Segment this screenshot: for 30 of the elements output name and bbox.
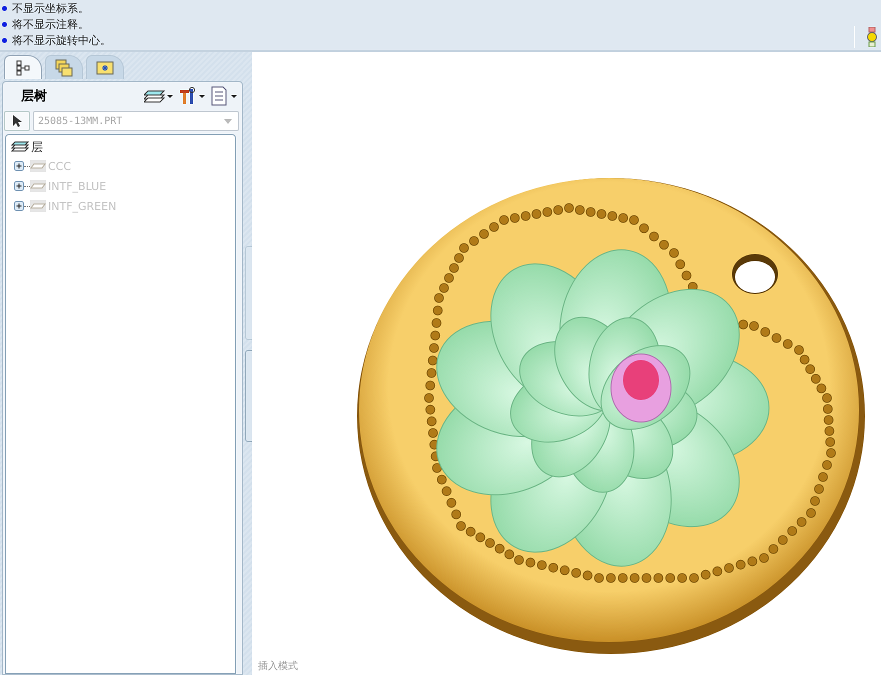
tree-icon: [16, 60, 30, 76]
layer-item[interactable]: CCC: [48, 160, 72, 172]
message-text: 不显示坐标系。: [12, 0, 89, 16]
layer-icon: [30, 180, 46, 192]
layers-icon: [11, 141, 29, 153]
expand-icon[interactable]: [14, 181, 24, 191]
message-text: 将不显示注释。: [12, 16, 89, 32]
layer-item[interactable]: INTF_GREEN: [48, 200, 116, 212]
layer-item[interactable]: INTF_BLUE: [48, 180, 106, 192]
tools-menu-button[interactable]: [178, 86, 206, 106]
pointer-icon: [12, 114, 22, 128]
list-menu-button[interactable]: [210, 86, 238, 106]
layer-icon: [30, 200, 46, 212]
panel-title: 层树: [21, 88, 48, 105]
model-dropdown[interactable]: 25085-13MM.PRT: [33, 111, 239, 131]
expand-icon[interactable]: [14, 201, 24, 211]
folders-icon: [55, 58, 73, 76]
navigator-tab[interactable]: [4, 55, 42, 79]
select-button[interactable]: [4, 111, 30, 131]
tree-root-label: 层: [31, 138, 43, 156]
bullet-icon: [2, 6, 7, 10]
bullet-icon: [2, 22, 7, 26]
caret-icon: [224, 118, 232, 124]
bullet-icon: [2, 38, 7, 42]
status-light-icon: [867, 27, 877, 47]
layer-icon: [30, 160, 46, 172]
expand-icon[interactable]: [14, 161, 24, 171]
status-text: 插入模式: [258, 660, 298, 673]
message-text: 将不显示旋转中心。: [12, 32, 111, 48]
folder-icon: [96, 60, 114, 74]
